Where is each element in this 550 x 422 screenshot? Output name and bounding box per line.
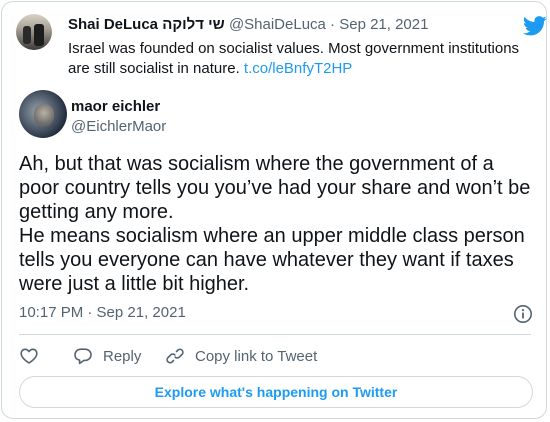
speech-bubble-icon	[74, 348, 92, 365]
author-avatar[interactable]	[19, 90, 67, 138]
reply-button[interactable]: Reply	[73, 344, 141, 368]
twitter-bird-icon[interactable]	[523, 16, 547, 36]
reply-label: Reply	[103, 347, 142, 365]
explore-twitter-button[interactable]: Explore what's happening on Twitter	[19, 376, 533, 408]
heart-icon	[20, 348, 38, 364]
quoted-text: Israel was founded on socialist values. …	[68, 39, 538, 79]
tweet-embed-card: Shai DeLuca שי דלוקה @ShaiDeLuca · Sep 2…	[1, 1, 547, 419]
quoted-handle-date: @ShaiDeLuca · Sep 21, 2021	[228, 16, 429, 33]
link-icon	[166, 348, 184, 364]
divider	[19, 334, 531, 335]
quoted-avatar[interactable]	[16, 14, 52, 50]
tweet-paragraph: Ah, but that was socialism where the gov…	[19, 153, 531, 223]
tweet-timestamp[interactable]: 10:17 PM · Sep 21, 2021	[19, 304, 186, 321]
like-button[interactable]	[19, 344, 49, 368]
author-handle[interactable]: @EichlerMaor	[71, 118, 166, 135]
quoted-header: Shai DeLuca שי דלוקה @ShaiDeLuca · Sep 2…	[68, 16, 428, 33]
quoted-display-name[interactable]: Shai DeLuca שי דלוקה	[68, 16, 225, 33]
copy-link-label: Copy link to Tweet	[195, 347, 318, 365]
quoted-tweet[interactable]: Shai DeLuca שי דלוקה @ShaiDeLuca · Sep 2…	[16, 12, 547, 84]
tweet-author[interactable]: maor eichler @EichlerMaor	[19, 90, 539, 142]
tweet-text: Ah, but that was socialism where the gov…	[19, 152, 539, 296]
author-display-name[interactable]: maor eichler	[71, 98, 160, 115]
info-icon[interactable]	[513, 304, 533, 324]
tweet-paragraph: He means socialism where an upper middle…	[19, 225, 525, 295]
copy-link-button[interactable]: Copy link to Tweet	[165, 344, 317, 368]
quoted-link[interactable]: t.co/leBnfyT2HP	[244, 60, 352, 77]
